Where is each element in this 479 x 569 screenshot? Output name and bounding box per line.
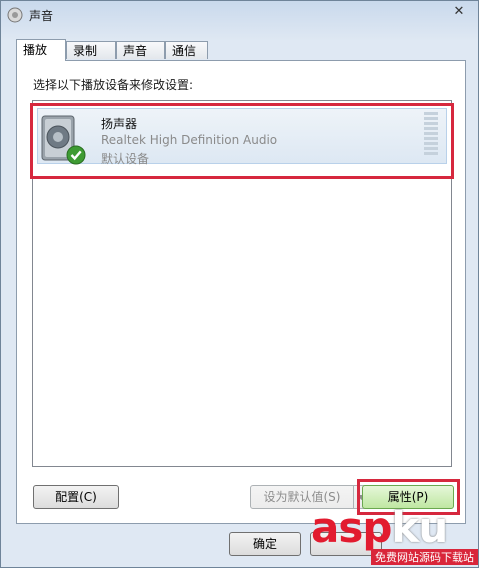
- volume-level-meter: [424, 112, 438, 158]
- tab-communications[interactable]: 通信: [165, 41, 208, 59]
- tab-playback[interactable]: 播放: [16, 39, 66, 61]
- device-status: 默认设备: [101, 152, 150, 166]
- close-button[interactable]: ✕: [446, 3, 472, 21]
- tab-recording[interactable]: 录制: [66, 41, 116, 59]
- instructions-label: 选择以下播放设备来修改设置:: [33, 78, 194, 92]
- device-list[interactable]: 扬声器 Realtek High Definition Audio 默认设备: [30, 100, 454, 467]
- sound-dialog: 声音 ✕ 播放 录制 声音 通信 选择以下播放设备来修改设置: 扬声器 Real…: [0, 0, 479, 568]
- configure-button[interactable]: 配置(C): [33, 485, 119, 509]
- sound-icon: [7, 7, 23, 23]
- device-item-speakers[interactable]: 扬声器 Realtek High Definition Audio 默认设备: [30, 103, 454, 179]
- titlebar: 声音 ✕: [1, 1, 478, 29]
- watermark-logo: aspku 免费网站源码下载站: [303, 503, 479, 569]
- device-driver: Realtek High Definition Audio: [101, 133, 278, 147]
- device-name: 扬声器: [101, 117, 138, 131]
- tab-sounds[interactable]: 声音: [116, 41, 165, 59]
- watermark-subtext: 免费网站源码下载站: [371, 549, 478, 565]
- speaker-icon: [41, 115, 86, 165]
- watermark-text: aspku: [311, 503, 448, 552]
- ok-button[interactable]: 确定: [229, 532, 301, 556]
- playback-panel: 选择以下播放设备来修改设置: 扬声器 Realtek High Definiti…: [16, 60, 466, 524]
- window-title: 声音: [29, 9, 54, 23]
